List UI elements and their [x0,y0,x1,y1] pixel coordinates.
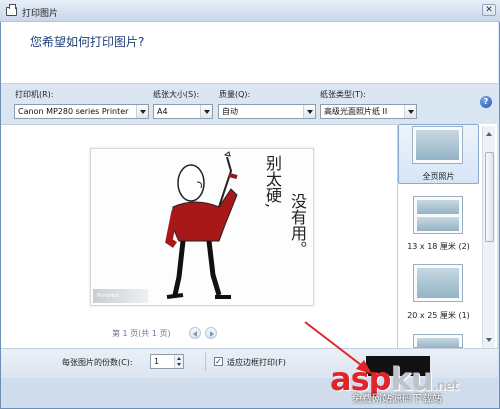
site-watermark-subtitle: 免费网站源码下载站 [352,394,442,405]
annotation-arrow [304,321,372,374]
